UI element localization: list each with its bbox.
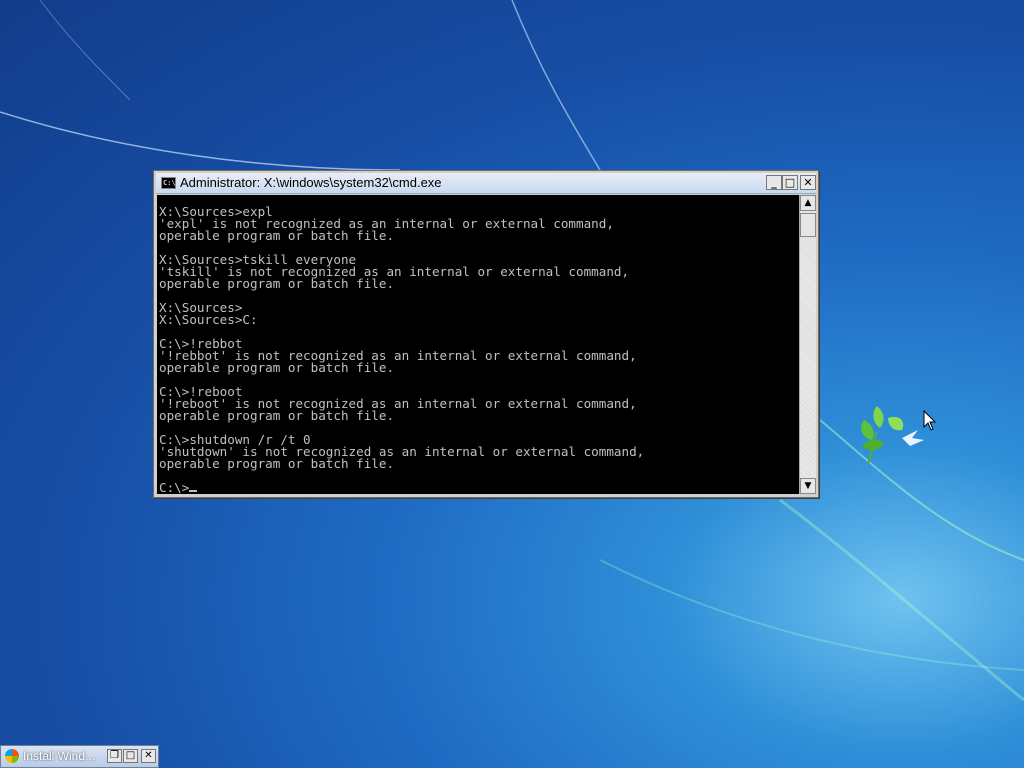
console-prompt: C:\> bbox=[159, 480, 190, 494]
restore-button[interactable]: ❐ bbox=[107, 749, 122, 763]
window-title: Administrator: X:\windows\system32\cmd.e… bbox=[180, 175, 442, 190]
scroll-thumb[interactable] bbox=[800, 213, 816, 237]
console-text: X:\Sources>expl 'expl' is not recognized… bbox=[157, 195, 799, 494]
minimize-button[interactable]: _ bbox=[766, 175, 782, 190]
scroll-up-button[interactable]: ▲ bbox=[800, 195, 816, 211]
console-line: operable program or batch file. bbox=[159, 360, 395, 375]
maximize-button[interactable]: □ bbox=[123, 749, 138, 763]
console-line: operable program or batch file. bbox=[159, 276, 395, 291]
mouse-pointer-icon bbox=[923, 410, 937, 431]
close-button[interactable]: ✕ bbox=[141, 749, 156, 763]
minimized-install-window[interactable]: Install Wind... ❐ □ ✕ bbox=[0, 745, 159, 768]
maximize-button[interactable]: □ bbox=[782, 175, 798, 190]
windows-leaf-bird-logo-icon bbox=[861, 406, 924, 465]
close-button[interactable]: ✕ bbox=[800, 175, 816, 190]
console-line: operable program or batch file. bbox=[159, 456, 395, 471]
vertical-scrollbar[interactable]: ▲ ▼ bbox=[799, 195, 816, 494]
console-line: operable program or batch file. bbox=[159, 408, 395, 423]
windows-install-icon bbox=[5, 749, 19, 763]
console-output[interactable]: X:\Sources>expl 'expl' is not recognized… bbox=[157, 195, 799, 494]
console-line: operable program or batch file. bbox=[159, 228, 395, 243]
console-line: X:\Sources>C: bbox=[159, 312, 258, 327]
text-cursor bbox=[189, 490, 198, 492]
cmd-titlebar[interactable]: C:\ Administrator: X:\windows\system32\c… bbox=[156, 173, 816, 194]
cmd-window[interactable]: C:\ Administrator: X:\windows\system32\c… bbox=[153, 170, 819, 498]
cmd-icon: C:\ bbox=[161, 177, 176, 189]
minimized-window-title: Install Wind... bbox=[23, 749, 96, 763]
scroll-down-button[interactable]: ▼ bbox=[800, 478, 816, 494]
